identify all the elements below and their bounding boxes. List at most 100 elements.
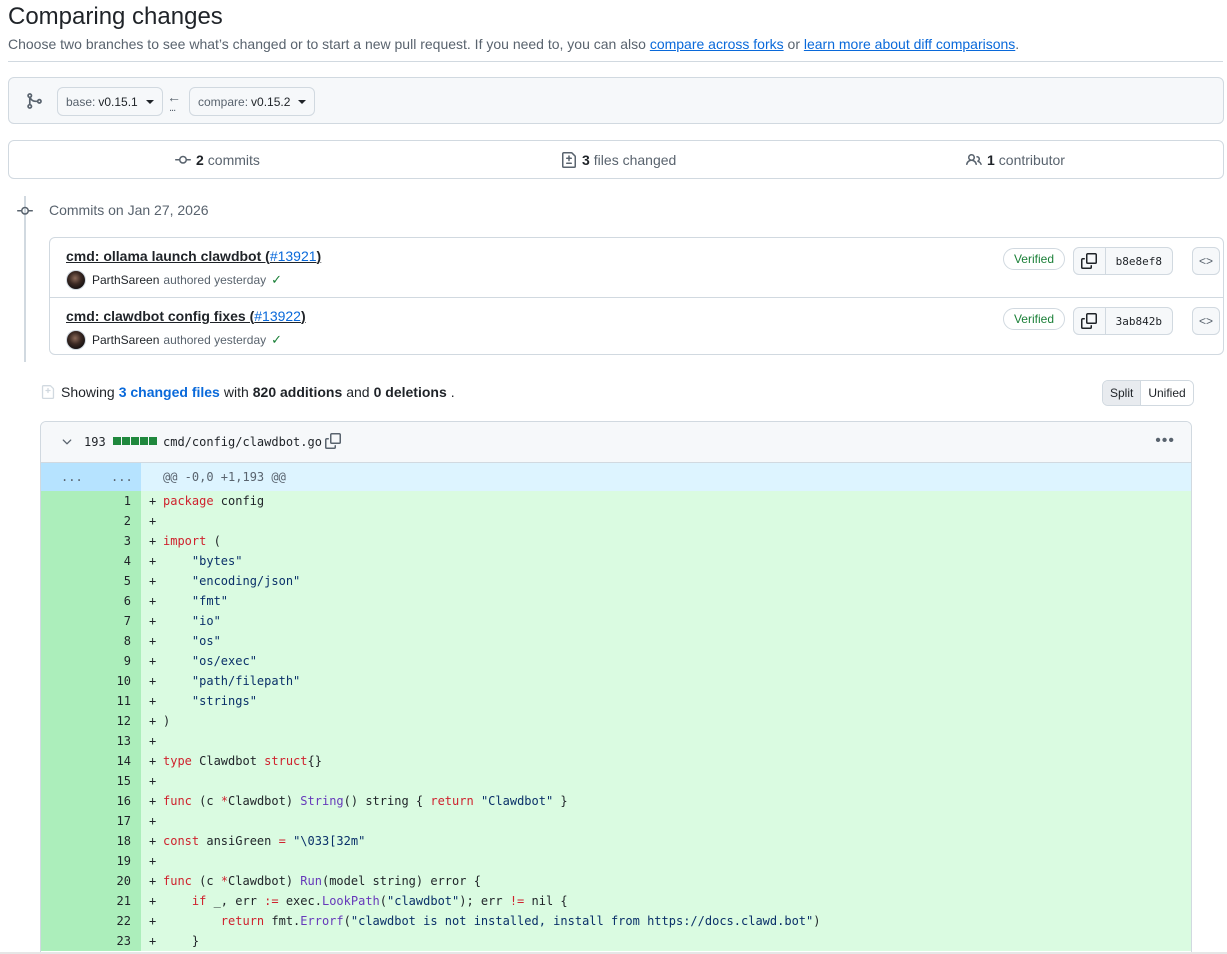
line-number[interactable]: 14 bbox=[91, 754, 131, 768]
code-text: return fmt.Errorf("clawdbot is not insta… bbox=[220, 914, 821, 928]
old-line-gutter[interactable] bbox=[41, 651, 91, 671]
commit-sha-link[interactable]: b8e8ef8 bbox=[1106, 255, 1172, 268]
compare-branch-select[interactable]: compare: v0.15.2 bbox=[189, 87, 316, 116]
old-line-gutter[interactable] bbox=[41, 591, 91, 611]
line-number[interactable]: 20 bbox=[91, 874, 131, 888]
kebab-horizontal-icon[interactable]: ••• bbox=[1155, 432, 1175, 450]
code-text: "bytes" bbox=[191, 554, 243, 568]
range-dots: ... bbox=[169, 102, 176, 114]
line-number[interactable]: 16 bbox=[91, 794, 131, 808]
old-line-gutter[interactable] bbox=[41, 831, 91, 851]
avatar[interactable] bbox=[66, 270, 86, 290]
old-line-gutter[interactable] bbox=[41, 791, 91, 811]
diff-marker: + bbox=[149, 654, 157, 668]
line-number[interactable]: 1 bbox=[91, 494, 131, 508]
verified-badge[interactable]: Verified bbox=[1002, 308, 1065, 330]
split-view-button[interactable]: Split bbox=[1103, 381, 1141, 405]
old-line-gutter[interactable] bbox=[41, 811, 91, 831]
line-number[interactable]: 15 bbox=[91, 774, 131, 788]
old-line-gutter[interactable] bbox=[41, 911, 91, 931]
line-number[interactable]: 17 bbox=[91, 814, 131, 828]
check-icon[interactable]: ✓ bbox=[271, 272, 282, 288]
copy-icon[interactable] bbox=[325, 433, 341, 449]
chevron-down-icon[interactable] bbox=[60, 435, 74, 449]
commit-title-link[interactable]: cmd: clawdbot config fixes (#13922) bbox=[66, 308, 306, 324]
commit-author-link[interactable]: ParthSareen bbox=[92, 333, 159, 347]
line-number[interactable]: 7 bbox=[91, 614, 131, 628]
commit-time: authored yesterday bbox=[163, 273, 267, 287]
additions-count: 820 additions bbox=[252, 384, 343, 400]
line-number[interactable]: 23 bbox=[91, 934, 131, 948]
diff-marker: + bbox=[149, 834, 157, 848]
old-line-gutter[interactable] bbox=[41, 771, 91, 791]
line-number[interactable]: 18 bbox=[91, 834, 131, 848]
commits-label: commits bbox=[207, 152, 260, 168]
verified-badge[interactable]: Verified bbox=[1002, 248, 1065, 270]
old-line-gutter[interactable] bbox=[41, 531, 91, 551]
old-line-gutter[interactable] bbox=[41, 611, 91, 631]
old-line-gutter[interactable] bbox=[41, 491, 91, 511]
expand-left[interactable]: ... bbox=[61, 470, 83, 484]
line-number[interactable]: 2 bbox=[91, 514, 131, 528]
line-number[interactable]: 4 bbox=[91, 554, 131, 568]
old-line-gutter[interactable] bbox=[41, 851, 91, 871]
line-number[interactable]: 12 bbox=[91, 714, 131, 728]
base-branch-select[interactable]: base: v0.15.1 bbox=[57, 87, 163, 116]
learn-more-link[interactable]: learn more about diff comparisons bbox=[804, 36, 1015, 52]
avatar[interactable] bbox=[66, 330, 86, 350]
line-number[interactable]: 19 bbox=[91, 854, 131, 868]
changed-files-link[interactable]: 3 changed files bbox=[119, 384, 220, 400]
files-changed-stat[interactable]: 3 files changed bbox=[561, 152, 676, 168]
people-icon bbox=[966, 153, 982, 166]
old-line-gutter[interactable] bbox=[41, 731, 91, 751]
compare-across-forks-link[interactable]: compare across forks bbox=[650, 36, 784, 52]
chevron-down-icon bbox=[145, 99, 154, 104]
commits-stat[interactable]: 2 commits bbox=[175, 152, 260, 168]
browse-repo-button[interactable]: <> bbox=[1192, 247, 1220, 275]
old-line-gutter[interactable] bbox=[41, 891, 91, 911]
old-line-gutter[interactable] bbox=[41, 751, 91, 771]
commit-title-link[interactable]: cmd: ollama launch clawdbot (#13921) bbox=[66, 248, 321, 264]
diff-line: 16 + func (c *Clawdbot) String() string { … bbox=[41, 791, 1191, 811]
line-number[interactable]: 8 bbox=[91, 634, 131, 648]
showing-label: Showing bbox=[61, 384, 115, 400]
code-text: type Clawdbot struct{} bbox=[163, 754, 322, 768]
old-line-gutter[interactable] bbox=[41, 571, 91, 591]
old-line-gutter[interactable] bbox=[41, 871, 91, 891]
old-line-gutter[interactable] bbox=[41, 551, 91, 571]
diff-line: 8 + "os" bbox=[41, 631, 1191, 651]
line-number[interactable]: 22 bbox=[91, 914, 131, 928]
diff-line: 4 + "bytes" bbox=[41, 551, 1191, 571]
diff-line: 11 + "strings" bbox=[41, 691, 1191, 711]
line-number[interactable]: 21 bbox=[91, 894, 131, 908]
code-text: "encoding/json" bbox=[191, 574, 301, 588]
line-number[interactable]: 13 bbox=[91, 734, 131, 748]
line-number[interactable]: 10 bbox=[91, 674, 131, 688]
old-line-gutter[interactable] bbox=[41, 931, 91, 951]
commit-author-link[interactable]: ParthSareen bbox=[92, 273, 159, 287]
compare-arrows-icon bbox=[27, 93, 42, 109]
copy-sha-button[interactable] bbox=[1074, 308, 1106, 334]
old-line-gutter[interactable] bbox=[41, 691, 91, 711]
pr-link[interactable]: #13921 bbox=[270, 248, 317, 264]
old-line-gutter[interactable] bbox=[41, 631, 91, 651]
expand-right[interactable]: ... bbox=[111, 470, 133, 484]
old-line-gutter[interactable] bbox=[41, 511, 91, 531]
commit-sha-link[interactable]: 3ab842b bbox=[1106, 315, 1172, 328]
copy-sha-button[interactable] bbox=[1074, 248, 1106, 274]
contributors-stat[interactable]: 1 contributor bbox=[966, 152, 1065, 168]
line-number[interactable]: 11 bbox=[91, 694, 131, 708]
line-number[interactable]: 3 bbox=[91, 534, 131, 548]
line-number[interactable]: 9 bbox=[91, 654, 131, 668]
file-path-link[interactable]: cmd/config/clawdbot.go bbox=[163, 435, 322, 449]
old-line-gutter[interactable] bbox=[41, 711, 91, 731]
line-number[interactable]: 5 bbox=[91, 574, 131, 588]
browse-repo-button[interactable]: <> bbox=[1192, 307, 1220, 335]
commits-count: 2 bbox=[196, 152, 204, 168]
old-line-gutter[interactable] bbox=[41, 671, 91, 691]
pr-link[interactable]: #13922 bbox=[254, 308, 301, 324]
diff-line: 17 + bbox=[41, 811, 1191, 831]
unified-view-button[interactable]: Unified bbox=[1140, 381, 1193, 405]
line-number[interactable]: 6 bbox=[91, 594, 131, 608]
check-icon[interactable]: ✓ bbox=[271, 332, 282, 348]
